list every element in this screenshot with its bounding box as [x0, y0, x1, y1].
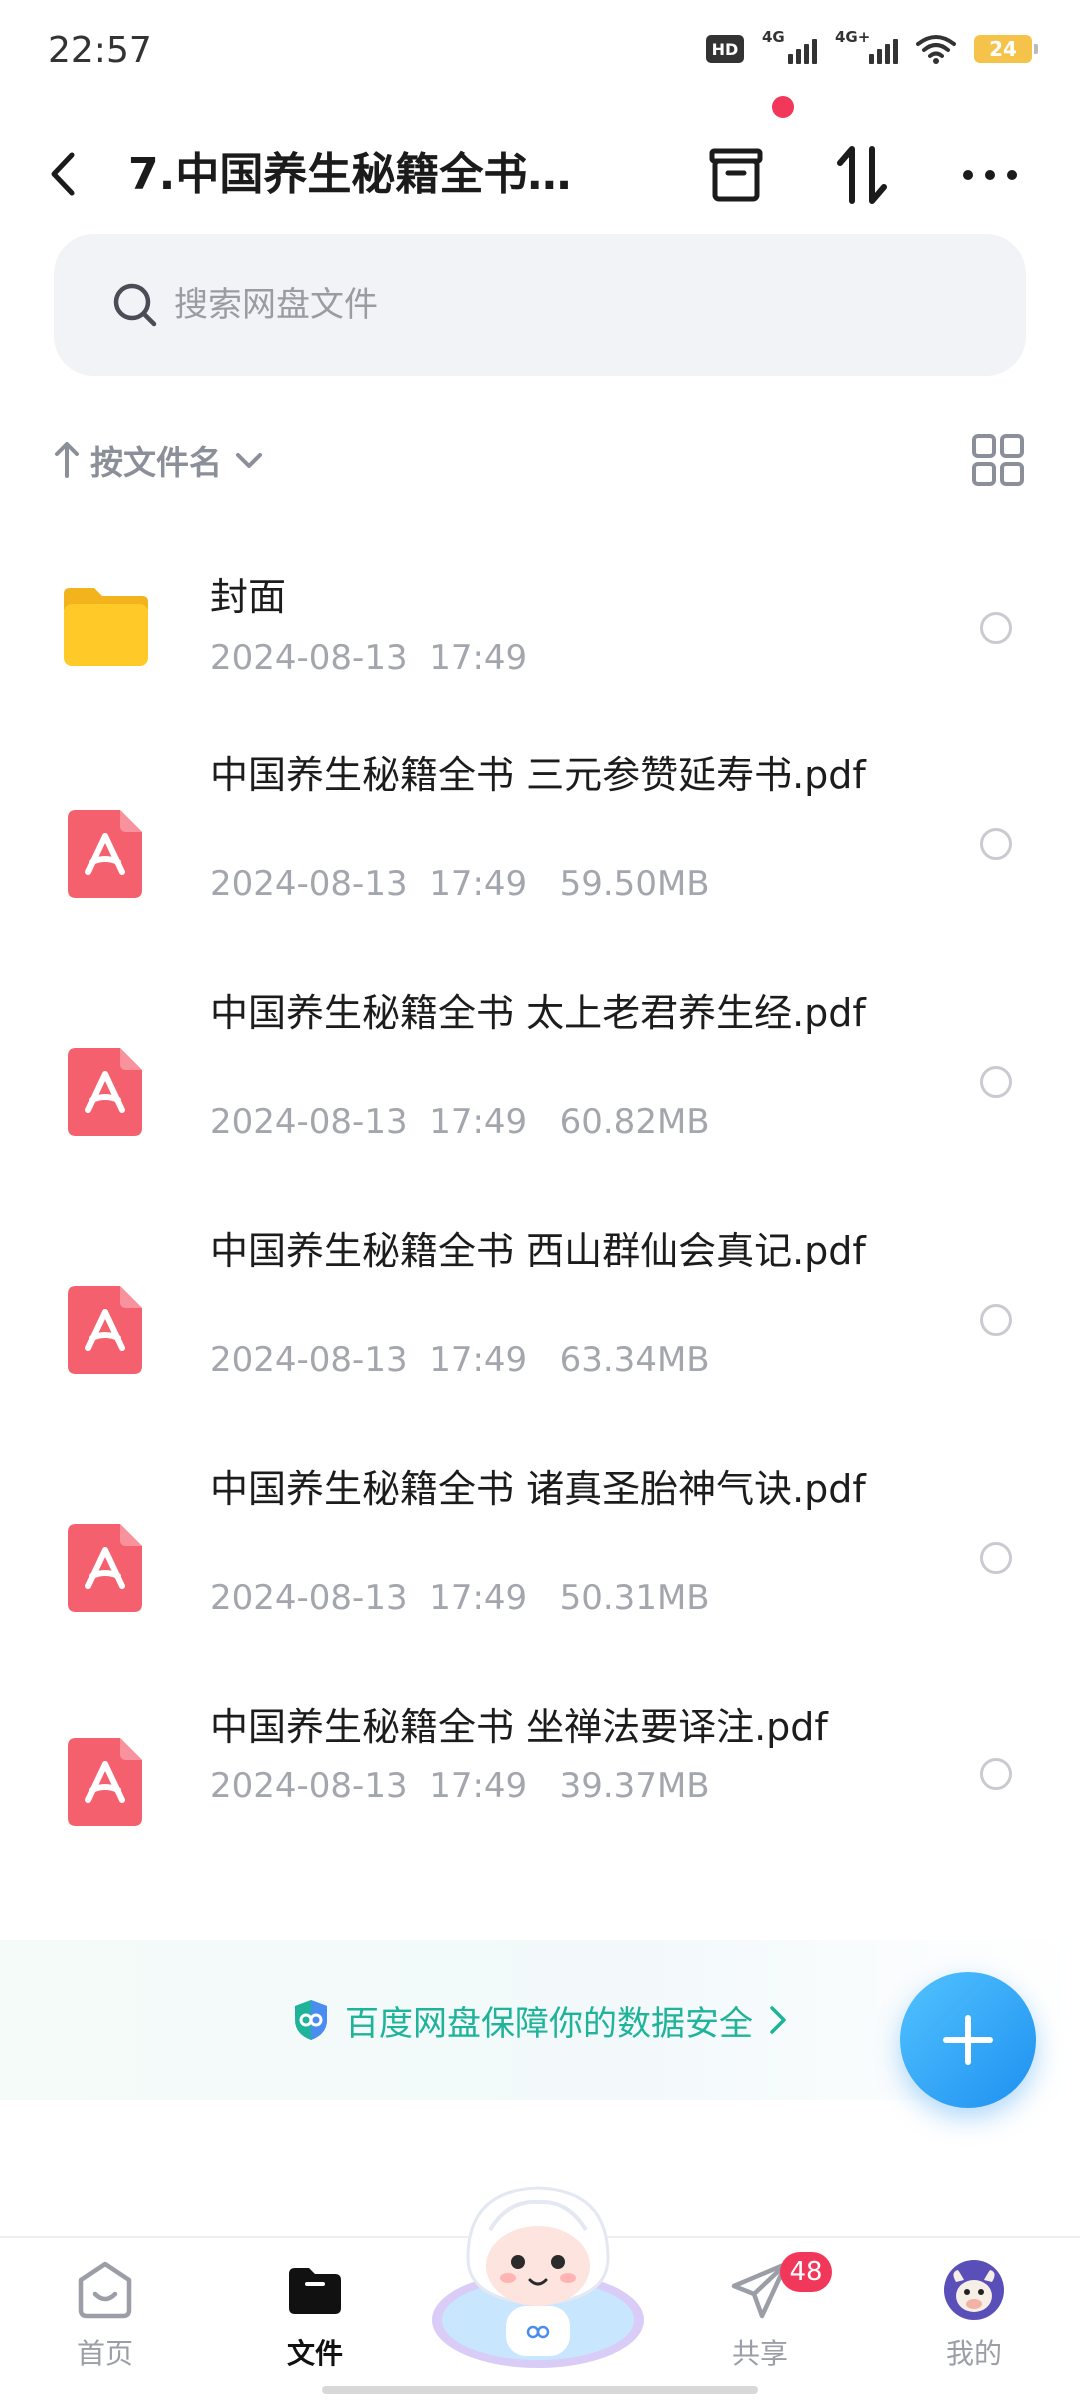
- pdf-file-icon: [68, 810, 142, 898]
- shield-icon: [295, 2000, 327, 2040]
- avatar: [944, 2260, 1004, 2320]
- file-name: 封面: [210, 575, 287, 619]
- signal-icon-2: 4G+: [835, 28, 898, 64]
- more-button[interactable]: [950, 130, 1030, 220]
- tab-mine-label: 我的: [945, 2337, 1002, 2370]
- file-meta: 2024-08-13 17:49 63.34MB: [210, 1340, 710, 1380]
- tab-home[interactable]: 首页: [35, 2258, 175, 2388]
- file-meta: 2024-08-13 17:49: [210, 638, 528, 678]
- pdf-file-icon: [68, 1286, 142, 1374]
- file-meta: 2024-08-13 17:49 59.50MB: [210, 864, 710, 904]
- sort-button[interactable]: [822, 130, 902, 220]
- list-item[interactable]: 中国养生秘籍全书 诸真圣胎神气诀.pdf 2024-08-13 17:49 50…: [0, 1464, 1080, 1664]
- folder-icon: [289, 2268, 341, 2314]
- list-item[interactable]: 封面 2024-08-13 17:49: [0, 550, 1080, 730]
- sort-arrows-icon: [837, 146, 887, 204]
- list-item[interactable]: 中国养生秘籍全书 太上老君养生经.pdf 2024-08-13 17:49 60…: [0, 988, 1080, 1188]
- banner-text: 百度网盘保障你的数据安全: [345, 2003, 753, 2044]
- hd-icon: HD: [706, 35, 744, 63]
- plus-icon: [943, 2015, 993, 2065]
- home-icon: [78, 2261, 132, 2319]
- status-time: 22:57: [48, 30, 152, 71]
- tab-mine[interactable]: 我的: [904, 2258, 1044, 2388]
- file-name: 中国养生秘籍全书 坐禅法要译注.pdf: [210, 1705, 828, 1749]
- more-icon: [963, 170, 1017, 180]
- tab-home-label: 首页: [76, 2337, 133, 2370]
- share-badge: 48: [780, 2252, 832, 2292]
- file-name: 中国养生秘籍全书 诸真圣胎神气诀.pdf: [210, 1467, 866, 1511]
- sort-label: 按文件名: [90, 443, 222, 482]
- file-meta: 2024-08-13 17:49 39.37MB: [210, 1766, 710, 1806]
- search-input[interactable]: [174, 270, 974, 340]
- status-icons: HD 4G 4G+ 24: [706, 28, 1038, 64]
- tab-files-label: 文件: [286, 2337, 343, 2370]
- archive-icon: [709, 148, 763, 202]
- select-radio[interactable]: [980, 1304, 1012, 1336]
- pdf-file-icon: [68, 1048, 142, 1136]
- select-radio[interactable]: [980, 1542, 1012, 1574]
- tab-share[interactable]: 共享 48: [690, 2252, 832, 2388]
- grid-view-icon[interactable]: [970, 432, 1026, 488]
- select-radio[interactable]: [980, 1066, 1012, 1098]
- back-arrow-icon: [51, 152, 75, 196]
- add-button[interactable]: [900, 1972, 1036, 2108]
- chevron-down-icon: [236, 453, 262, 468]
- home-indicator: [322, 2386, 758, 2394]
- back-button[interactable]: [44, 134, 104, 214]
- header: 7.中国养生秘籍全书…: [0, 110, 1080, 240]
- select-radio[interactable]: [980, 828, 1012, 860]
- sort-selector[interactable]: 按文件名: [54, 420, 266, 500]
- search-icon: [113, 283, 157, 327]
- file-name: 中国养生秘籍全书 西山群仙会真记.pdf: [210, 1229, 866, 1273]
- folder-icon: [64, 588, 148, 666]
- list-item[interactable]: 中国养生秘籍全书 西山群仙会真记.pdf 2024-08-13 17:49 63…: [0, 1226, 1080, 1426]
- select-radio[interactable]: [980, 612, 1012, 644]
- tab-files[interactable]: 文件: [245, 2258, 385, 2388]
- list-item[interactable]: 中国养生秘籍全书 坐禅法要译注.pdf 2024-08-13 17:49 39.…: [0, 1702, 1080, 1862]
- notification-dot: [772, 96, 794, 118]
- tab-share-label: 共享: [731, 2337, 788, 2370]
- file-name: 中国养生秘籍全书 太上老君养生经.pdf: [210, 991, 866, 1035]
- battery-icon: 24: [974, 35, 1038, 63]
- pdf-file-icon: [68, 1524, 142, 1612]
- list-item[interactable]: 中国养生秘籍全书 三元参赞延寿书.pdf 2024-08-13 17:49 59…: [0, 750, 1080, 950]
- page-title: 7.中国养生秘籍全书…: [128, 149, 572, 200]
- search-bar[interactable]: [54, 234, 1026, 376]
- wifi-icon: [916, 35, 956, 64]
- pdf-file-icon: [68, 1738, 142, 1826]
- chevron-right-icon: [770, 2006, 786, 2034]
- file-meta: 2024-08-13 17:49 50.31MB: [210, 1578, 710, 1618]
- sort-up-arrow-icon: [55, 442, 79, 478]
- recycle-bin-button[interactable]: [696, 130, 776, 220]
- select-radio[interactable]: [980, 1758, 1012, 1790]
- file-name: 中国养生秘籍全书 三元参赞延寿书.pdf: [210, 753, 866, 797]
- signal-icon-1: 4G: [762, 28, 817, 64]
- status-bar: 22:57 HD 4G 4G+ 24: [0, 0, 1080, 110]
- file-meta: 2024-08-13 17:49 60.82MB: [210, 1102, 710, 1142]
- mascot-assistant-button[interactable]: [428, 2170, 648, 2370]
